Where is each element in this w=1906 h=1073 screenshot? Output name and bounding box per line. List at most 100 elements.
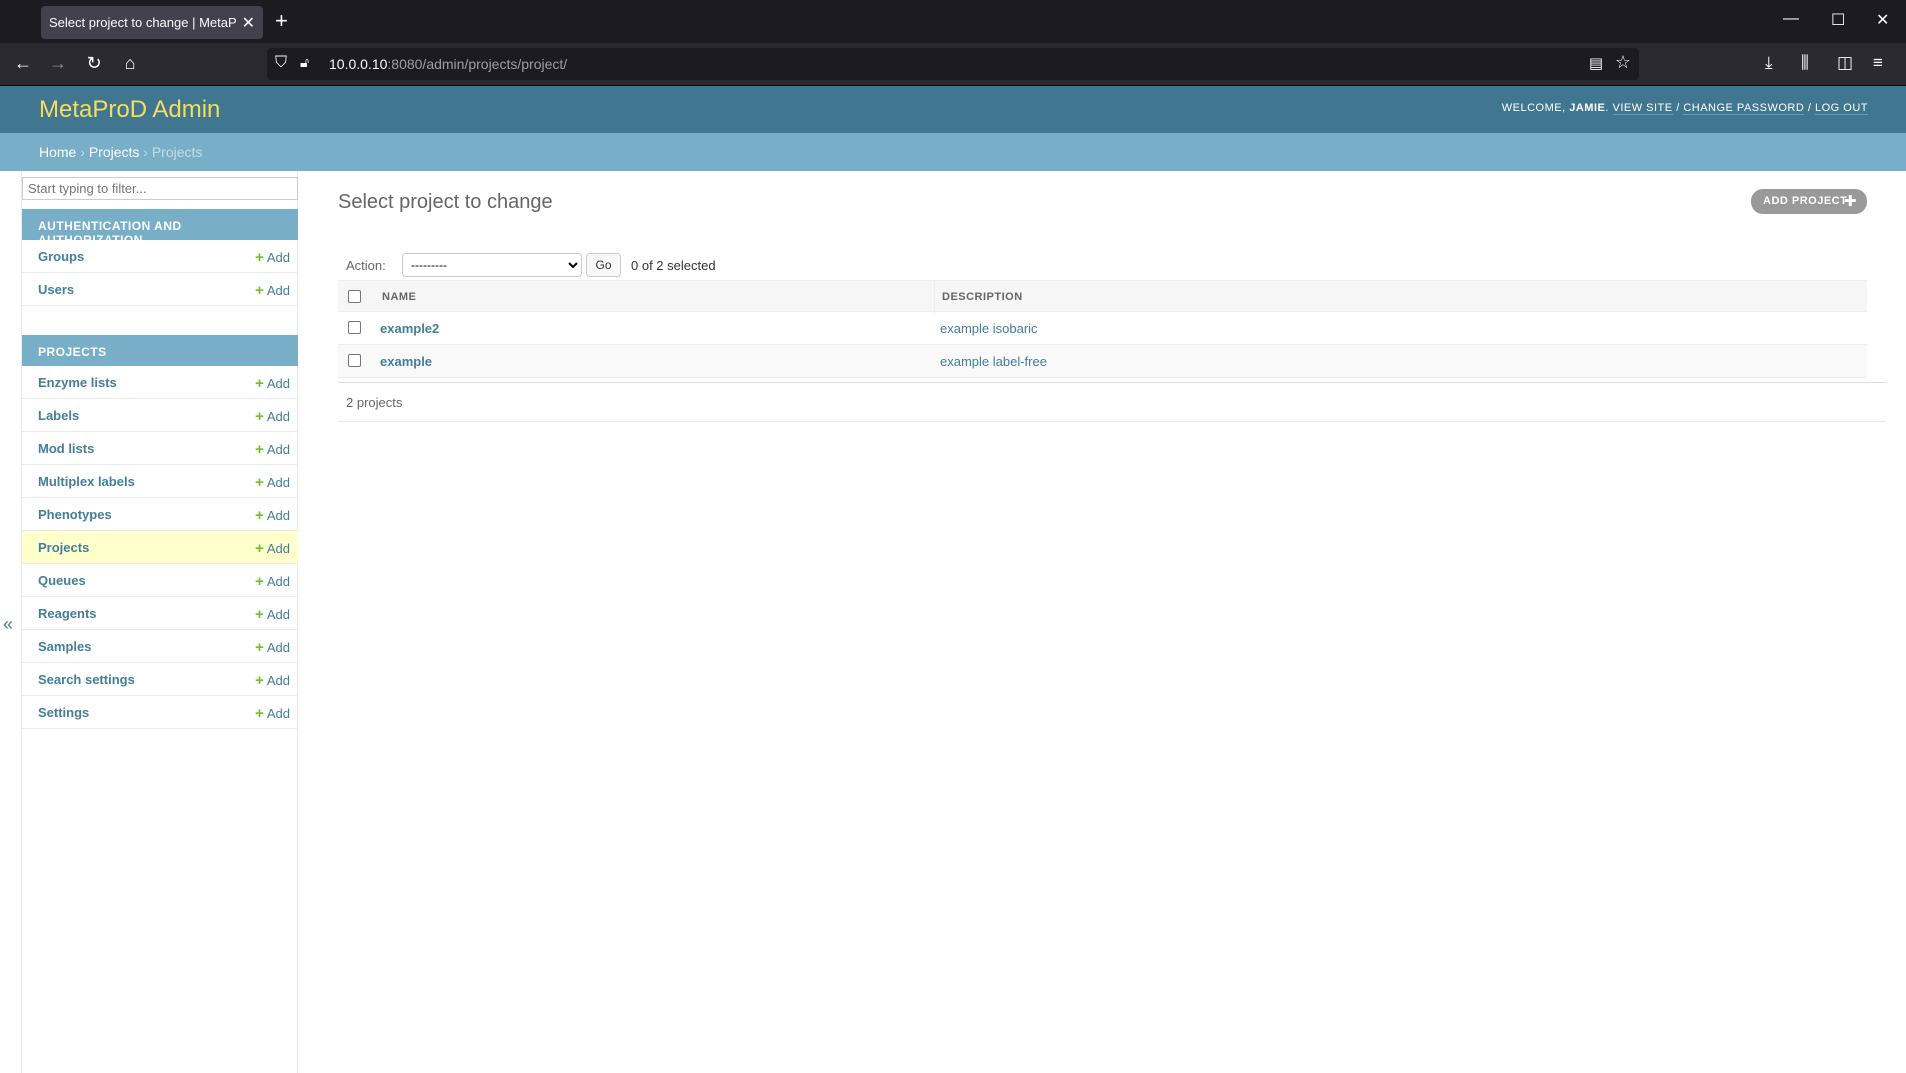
sidebar-link[interactable]: Projects	[38, 540, 89, 555]
minimize-icon[interactable]: —	[1783, 10, 1799, 28]
sidebar-item-mod-lists: Mod lists + Add	[22, 432, 298, 465]
action-select[interactable]: ---------	[402, 253, 582, 277]
log-out-link[interactable]: Log out	[1814, 102, 1868, 115]
library-icon[interactable]: ⫼	[1801, 53, 1809, 73]
project-description: example label-free	[940, 354, 1047, 369]
sidebar-link[interactable]: Samples	[38, 639, 91, 654]
change-password-link[interactable]: Change password	[1683, 102, 1805, 115]
collapse-sidebar-icon[interactable]: «	[3, 614, 13, 635]
close-tab-icon[interactable]: ✕	[242, 13, 255, 33]
sidebar-link[interactable]: Groups	[38, 249, 84, 264]
add-label: Add	[266, 508, 290, 523]
column-header-description[interactable]: Description	[942, 291, 1023, 303]
add-link[interactable]: + Add	[255, 408, 290, 425]
nav-filter-input[interactable]	[22, 177, 298, 200]
sidebar-link[interactable]: Queues	[38, 573, 86, 588]
sidebar-link[interactable]: Users	[38, 282, 74, 297]
plus-icon: +	[255, 441, 264, 458]
sidebar-link[interactable]: Phenotypes	[38, 507, 112, 522]
add-link[interactable]: + Add	[255, 573, 290, 590]
forward-icon[interactable]: →	[47, 53, 69, 73]
row-checkbox[interactable]	[348, 354, 361, 367]
sidebar-link[interactable]: Reagents	[38, 606, 97, 621]
add-label: Add	[266, 706, 290, 721]
bookmark-star-icon[interactable]: ☆	[1615, 52, 1631, 73]
breadcrumb-sep: ›	[143, 144, 148, 160]
url-text: 10.0.0.10:8080/admin/projects/project/	[329, 56, 567, 72]
add-link[interactable]: + Add	[255, 672, 290, 689]
plus-icon: +	[255, 249, 264, 266]
admin-header: MetaProD Admin Welcome, Jamie. View site…	[0, 86, 1906, 133]
go-button[interactable]: Go	[586, 253, 621, 277]
module-projects: Projects Enzyme lists + Add Labels + Add M…	[22, 335, 298, 729]
address-bar[interactable]: ⛉ 🔓︎ 10.0.0.10:8080/admin/projects/proje…	[267, 48, 1639, 80]
breadcrumb-sep: ›	[80, 144, 85, 160]
project-name-link[interactable]: example	[380, 354, 432, 369]
add-link[interactable]: + Add	[255, 507, 290, 524]
sidebar-item-queues: Queues + Add	[22, 564, 298, 597]
plus-icon: +	[255, 540, 264, 557]
downloads-icon[interactable]: ⤓	[1765, 53, 1773, 73]
project-name-link[interactable]: example2	[380, 321, 439, 336]
user-tools: Welcome, Jamie. View site / Change passw…	[1501, 102, 1868, 115]
table-row: example example label-free	[338, 345, 1867, 378]
add-label: Add	[266, 442, 290, 457]
action-label: Action:	[346, 258, 386, 273]
plus-icon: +	[255, 282, 264, 299]
sidebar-link[interactable]: Labels	[38, 408, 79, 423]
plus-icon: +	[255, 573, 264, 590]
sidebar-link[interactable]: Mod lists	[38, 441, 94, 456]
insecure-lock-icon[interactable]: 🔓︎	[300, 54, 309, 71]
add-label: Add	[266, 607, 290, 622]
add-link[interactable]: + Add	[255, 249, 290, 266]
sidebar-item-groups: Groups + Add	[22, 240, 298, 273]
sidebar-link[interactable]: Search settings	[38, 672, 135, 687]
add-link[interactable]: + Add	[255, 474, 290, 491]
browser-nav-bar: ← → ↻ ⌂ ⛉ 🔓︎ 10.0.0.10:8080/admin/projec…	[0, 43, 1906, 86]
sidebar-toggle-icon[interactable]: ◫	[1837, 53, 1853, 73]
add-link[interactable]: + Add	[255, 639, 290, 656]
browser-tab[interactable]: Select project to change | MetaProD ✕	[41, 6, 263, 39]
add-link[interactable]: + Add	[255, 705, 290, 722]
sidebar-item-search-settings: Search settings + Add	[22, 663, 298, 696]
view-site-link[interactable]: View site	[1612, 102, 1673, 115]
add-project-button[interactable]: Add project ✚	[1751, 189, 1867, 214]
welcome-text: Welcome,	[1501, 102, 1566, 114]
sidebar-item-multiplex-labels: Multiplex labels + Add	[22, 465, 298, 498]
sidebar-item-reagents: Reagents + Add	[22, 597, 298, 630]
browser-tab-bar: Select project to change | MetaProD ✕ + …	[0, 0, 1906, 43]
sidebar-link[interactable]: Enzyme lists	[38, 375, 117, 390]
plus-icon: ✚	[1843, 193, 1857, 210]
row-checkbox[interactable]	[348, 321, 361, 334]
breadcrumb: Home › Projects › Projects	[0, 133, 1906, 171]
plus-icon: +	[255, 639, 264, 656]
sidebar-link[interactable]: Settings	[38, 705, 89, 720]
site-branding[interactable]: MetaProD Admin	[39, 96, 220, 124]
shield-icon[interactable]: ⛉	[275, 54, 287, 72]
home-icon[interactable]: ⌂	[119, 53, 141, 73]
add-link[interactable]: + Add	[255, 540, 290, 557]
module-caption[interactable]: Projects	[22, 335, 298, 366]
plus-icon: +	[255, 606, 264, 623]
separator: /	[1676, 102, 1680, 114]
add-link[interactable]: + Add	[255, 282, 290, 299]
add-link[interactable]: + Add	[255, 441, 290, 458]
module-caption[interactable]: Authentication and Authorization	[22, 209, 298, 247]
username: Jamie	[1569, 102, 1606, 114]
breadcrumb-app[interactable]: Projects	[89, 144, 140, 160]
add-label: Add	[266, 376, 290, 391]
reader-view-icon[interactable]: ▤	[1589, 54, 1603, 72]
sidebar-link[interactable]: Multiplex labels	[38, 474, 135, 489]
menu-icon[interactable]: ≡	[1873, 53, 1883, 73]
window-close-icon[interactable]: ✕	[1876, 10, 1889, 30]
separator: /	[1807, 102, 1812, 114]
column-header-name[interactable]: Name	[382, 291, 416, 303]
select-all-checkbox[interactable]	[348, 290, 361, 303]
back-icon[interactable]: ←	[12, 53, 34, 73]
maximize-icon[interactable]: ☐	[1831, 10, 1845, 30]
add-link[interactable]: + Add	[255, 375, 290, 392]
new-tab-icon[interactable]: +	[275, 9, 288, 33]
add-link[interactable]: + Add	[255, 606, 290, 623]
breadcrumb-home[interactable]: Home	[39, 144, 76, 160]
reload-icon[interactable]: ↻	[83, 53, 105, 73]
